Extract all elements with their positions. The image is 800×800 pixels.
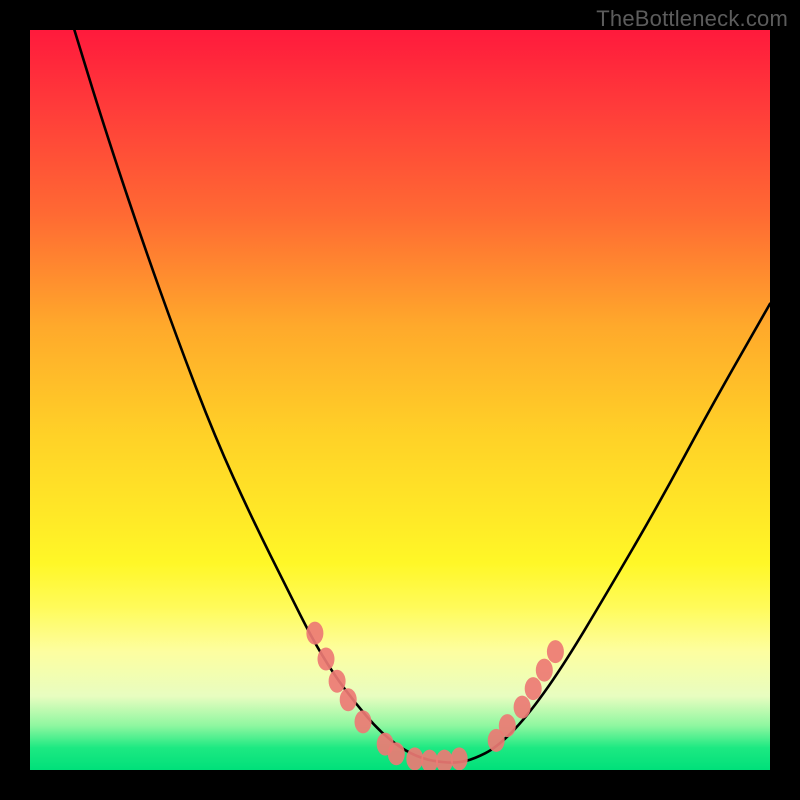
chart-svg	[30, 30, 770, 770]
model-point	[318, 648, 335, 671]
marker-layer	[306, 622, 564, 770]
model-point	[421, 750, 438, 770]
chart-frame: TheBottleneck.com	[0, 0, 800, 800]
bottleneck-curve	[74, 30, 770, 763]
plot-area	[30, 30, 770, 770]
model-point	[329, 670, 346, 693]
model-point	[499, 714, 516, 737]
model-point	[525, 677, 542, 700]
model-point	[388, 742, 405, 765]
model-point	[355, 710, 372, 733]
model-point	[451, 747, 468, 770]
curve-layer	[74, 30, 770, 763]
model-point	[536, 659, 553, 682]
model-point	[514, 696, 531, 719]
model-point	[340, 688, 357, 711]
model-point	[406, 747, 423, 770]
watermark-text: TheBottleneck.com	[596, 6, 788, 32]
model-point	[547, 640, 564, 663]
model-point	[436, 750, 453, 770]
model-point	[306, 622, 323, 645]
